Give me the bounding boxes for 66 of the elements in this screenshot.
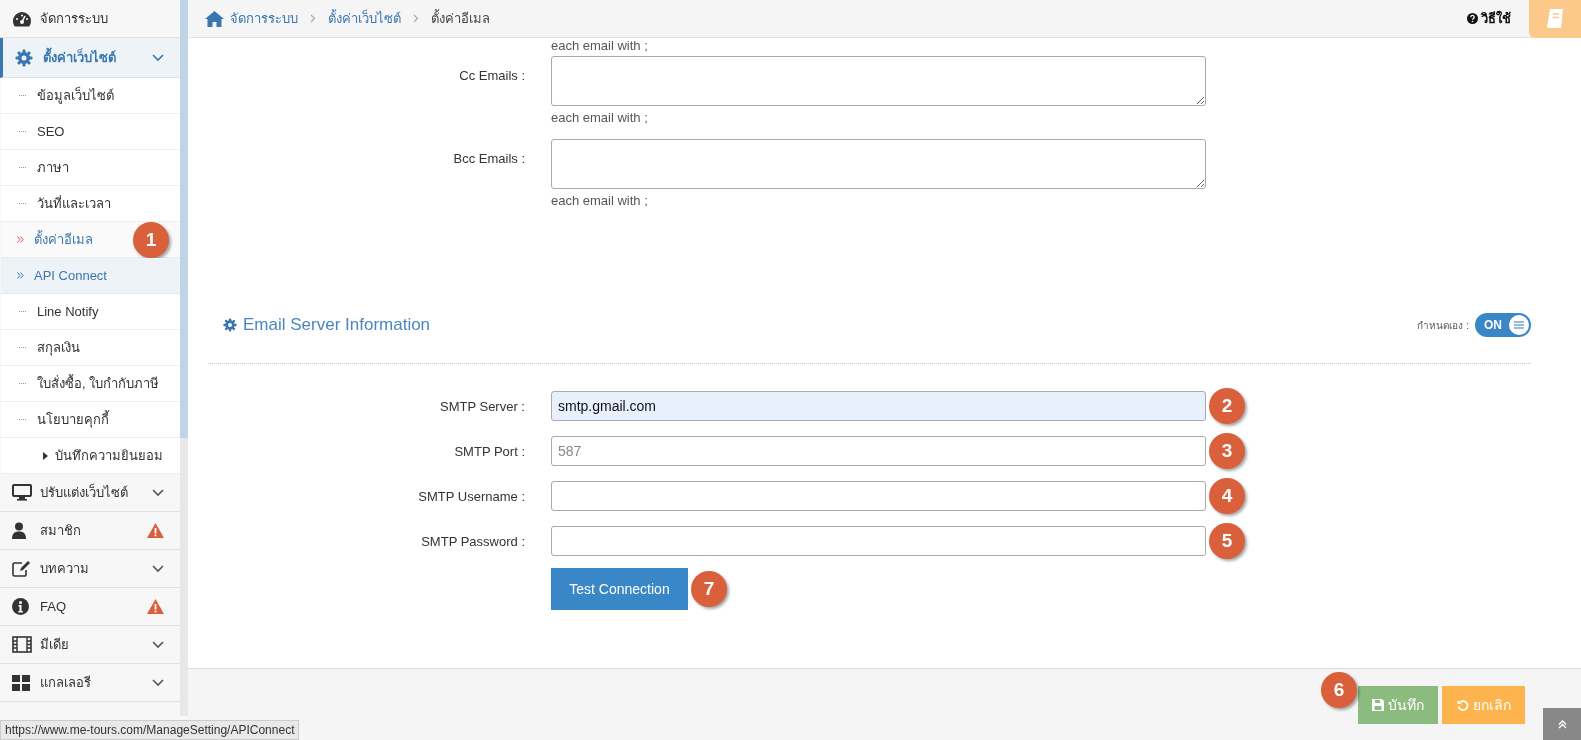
question-icon — [1467, 13, 1478, 24]
submenu-item[interactable]: ใบสั่งซื้อ, ใบกำกับภาษี — [1, 366, 180, 402]
help-link[interactable]: วิธีใช้ — [1467, 8, 1511, 29]
submenu-item[interactable]: ข้อมูลเว็บไซต์ — [1, 78, 180, 114]
grid-icon — [12, 674, 30, 691]
field-label: Bcc Emails : — [452, 150, 525, 168]
url-tooltip: https://www.me-tours.com/ManageSetting/APIConnect — [0, 720, 300, 740]
help-text: each email with ; — [551, 193, 649, 208]
gear-icon — [223, 318, 237, 332]
chevron-right-icon — [310, 14, 316, 23]
breadcrumb-current: ตั้งค่าอีเมล — [431, 8, 490, 28]
callout-number: 5 — [1209, 523, 1245, 559]
edit-icon — [12, 560, 31, 577]
email-textarea[interactable] — [551, 56, 1206, 106]
monitor-icon — [12, 484, 32, 501]
info-icon — [12, 598, 29, 615]
callout-number: 4 — [1209, 478, 1245, 514]
caret-right-icon — [43, 451, 48, 460]
text-input[interactable]: 587 — [551, 436, 1206, 466]
scrollbar[interactable] — [180, 0, 188, 716]
gear-icon — [15, 48, 33, 67]
callout-number: 6 — [1321, 671, 1357, 708]
callout-number: 3 — [1209, 433, 1245, 469]
undo-icon — [1456, 698, 1469, 711]
menu-lines-icon — [1514, 321, 1524, 329]
manual-button[interactable] — [1529, 0, 1581, 38]
callout-number: 1 — [133, 222, 169, 258]
film-icon — [12, 636, 32, 653]
submenu-item[interactable]: Line Notify — [1, 294, 180, 330]
submenu-item[interactable]: API Connect — [1, 258, 180, 294]
field-label: SMTP Port : — [453, 443, 525, 459]
callout-number: 2 — [1209, 388, 1245, 424]
field-label: SMTP Password : — [420, 533, 525, 549]
callout-number: 7 — [691, 571, 727, 607]
submenu-item[interactable]: SEO — [1, 114, 180, 150]
user-icon — [12, 522, 26, 539]
submenu-item[interactable]: นโยบายคุกกี้ — [1, 402, 180, 438]
submenu-item[interactable]: สกุลเงิน — [1, 330, 180, 366]
email-textarea[interactable] — [551, 139, 1206, 189]
chevron-right-icon — [413, 14, 419, 23]
field-label: Cc Emails : — [458, 67, 525, 85]
help-text: each email with ; — [550, 38, 649, 55]
sidebar-item[interactable]: ตั้งค่าเว็บไซต์ — [0, 38, 180, 78]
book-icon — [1547, 9, 1563, 28]
submenu-item[interactable]: ภาษา — [1, 150, 180, 186]
text-input[interactable]: smtp.gmail.com — [551, 391, 1206, 421]
help-text: each email with ; — [551, 110, 649, 125]
double-chevron-icon — [17, 272, 24, 279]
submenu-item[interactable]: บันทึกความยินยอม — [1, 438, 180, 474]
home-icon[interactable] — [205, 10, 224, 27]
double-chevron-up-icon — [1557, 719, 1567, 729]
toggle-label: กำหนดเอง : — [1417, 318, 1469, 333]
section-title: Email Server Information — [223, 315, 431, 335]
text-input[interactable] — [551, 481, 1206, 511]
test-connection-button[interactable]: Test Connection — [551, 568, 688, 610]
dashboard-icon — [12, 10, 32, 27]
toggle-switch[interactable]: ON — [1475, 313, 1531, 337]
field-label: SMTP Server : — [439, 398, 525, 414]
submenu-item[interactable]: วันที่และเวลา — [1, 186, 180, 222]
text-input[interactable] — [551, 526, 1206, 556]
breadcrumb-link[interactable]: ตั้งค่าเว็บไซต์ — [328, 8, 401, 29]
field-label: SMTP Username : — [417, 488, 525, 504]
scroll-to-top-button[interactable] — [1543, 708, 1581, 740]
submenu-item[interactable]: ตั้งค่าอีเมล 1 — [1, 222, 180, 258]
double-chevron-icon — [17, 236, 24, 243]
breadcrumb-link[interactable]: จัดการระบบ — [230, 8, 298, 29]
